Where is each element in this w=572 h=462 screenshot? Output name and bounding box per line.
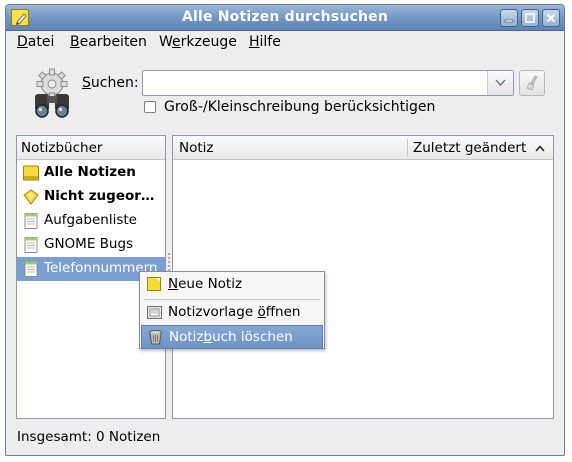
search-input[interactable]: [145, 73, 485, 93]
sort-ascending-icon: [535, 145, 545, 152]
all-notes-icon: [22, 164, 40, 182]
notebook-label: Nicht zugeor…: [44, 188, 155, 204]
notebooks-column-header[interactable]: Notizbücher: [17, 136, 165, 160]
menu-item-label: Neue Notiz: [168, 276, 243, 292]
menu-werkzeuge[interactable]: Werkzeuge: [159, 34, 237, 50]
binoculars-gear-icon: [26, 68, 78, 118]
column-header-zuletzt-geaendert[interactable]: Zuletzt geändert: [413, 140, 526, 156]
notebook-icon: [22, 212, 40, 230]
minimize-button[interactable]: [500, 9, 518, 27]
notes-column-header: Notiz Zuletzt geändert: [173, 136, 553, 160]
menu-item-label: Notizvorlage öffnen: [168, 304, 301, 320]
close-button[interactable]: [542, 9, 560, 27]
column-header-notiz[interactable]: Notiz: [179, 140, 214, 156]
menu-item-delete-notebook[interactable]: Notizbuch löschen: [141, 325, 323, 349]
notebook-label: GNOME Bugs: [44, 236, 134, 252]
notebook-item-unfiled[interactable]: Nicht zugeor…: [17, 185, 165, 209]
notebook-label: Aufgabenliste: [44, 212, 137, 228]
minimize-icon: [504, 19, 514, 23]
trash-icon: [147, 329, 164, 346]
notebook-context-menu: Neue Notiz Notizvorlage öffnen Notizbuch…: [139, 271, 325, 349]
notebook-item-gnome-bugs[interactable]: GNOME Bugs: [17, 233, 165, 257]
search-history-dropdown-button[interactable]: [487, 71, 513, 95]
case-sensitive-label[interactable]: Groß-/Kleinschreibung berücksichtigen: [164, 99, 435, 115]
search-label: Suchen:: [82, 75, 139, 91]
notebook-icon: [22, 260, 40, 278]
menu-item-label: Notizbuch löschen: [169, 329, 293, 345]
notebooks-header-label: Notizbücher: [21, 140, 103, 156]
template-icon: [146, 304, 163, 321]
title-bar[interactable]: Alle Notizen durchsuchen: [6, 5, 564, 31]
menu-bar: Datei Bearbeiten Werkzeuge Hilfe: [6, 31, 564, 55]
menu-item-open-template[interactable]: Notizvorlage öffnen: [141, 301, 323, 325]
maximize-icon: [525, 13, 535, 23]
clear-search-button[interactable]: [519, 70, 545, 96]
new-note-icon: [146, 276, 163, 293]
column-separator: [407, 139, 408, 156]
search-all-notes-window: Alle Notizen durchsuchen Datei Bearbeite…: [5, 4, 565, 456]
notebook-item-all-notes[interactable]: Alle Notizen: [17, 161, 165, 185]
menu-separator: [144, 299, 320, 300]
clear-brush-icon: [526, 75, 538, 91]
close-icon: [546, 13, 556, 23]
notebook-label: Alle Notizen: [44, 164, 136, 180]
menu-item-new-note[interactable]: Neue Notiz: [141, 273, 323, 297]
chevron-down-icon: [495, 79, 506, 87]
maximize-button[interactable]: [521, 9, 539, 27]
window-title: Alle Notizen durchsuchen: [181, 9, 389, 25]
case-sensitive-checkbox[interactable]: [144, 101, 156, 113]
unfiled-notes-icon: [22, 188, 40, 206]
search-combobox[interactable]: [142, 70, 514, 96]
notebook-item-aufgabenliste[interactable]: Aufgabenliste: [17, 209, 165, 233]
status-text: Insgesamt: 0 Notizen: [17, 429, 161, 445]
menu-datei[interactable]: Datei: [17, 34, 54, 50]
menu-hilfe[interactable]: Hilfe: [249, 34, 281, 50]
menu-bearbeiten[interactable]: Bearbeiten: [70, 34, 147, 50]
notebook-icon: [22, 236, 40, 254]
